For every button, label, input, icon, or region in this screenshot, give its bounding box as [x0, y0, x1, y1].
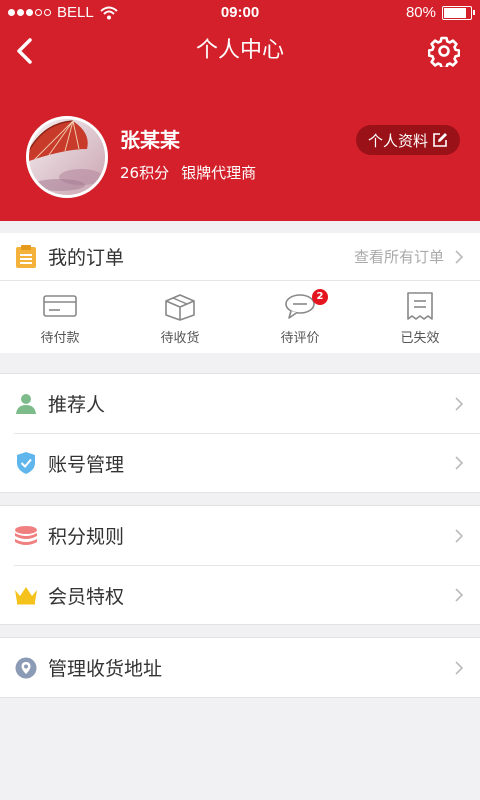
avatar[interactable]	[26, 116, 108, 198]
points-label: 26积分	[120, 164, 170, 182]
menu-item-referrer[interactable]: 推荐人	[0, 374, 480, 433]
orders-panel: 我的订单 查看所有订单 待付款 待收货 2 待评价 已失效	[0, 233, 480, 353]
umbrella-avatar-image	[29, 119, 105, 195]
edit-profile-button[interactable]: 个人资料	[356, 125, 460, 155]
chevron-right-icon	[455, 588, 464, 602]
orders-header[interactable]: 我的订单 查看所有订单	[0, 233, 480, 281]
order-item-label: 已失效	[400, 331, 440, 346]
status-bar: BELL 09:00 80%	[0, 0, 480, 26]
order-item-label: 待评价	[280, 331, 320, 346]
receipt-icon	[407, 292, 433, 320]
settings-gear-icon[interactable]	[428, 35, 460, 67]
chevron-right-icon	[455, 528, 464, 543]
edit-profile-label: 个人资料	[367, 131, 428, 150]
menu-item-label: 账号管理	[48, 453, 125, 476]
menu-item-address[interactable]: 管理收货地址	[0, 638, 480, 697]
menu-item-points-rules[interactable]: 积分规则	[0, 506, 480, 565]
coin-stack-icon	[14, 524, 38, 548]
crown-icon	[14, 583, 38, 607]
menu-item-label: 推荐人	[48, 394, 106, 416]
menu-group-points: 积分规则 会员特权	[0, 505, 480, 625]
shield-check-icon	[14, 451, 38, 475]
menu-item-label: 会员特权	[48, 585, 125, 608]
order-item-label: 待付款	[40, 331, 80, 346]
edit-icon	[433, 133, 447, 147]
chevron-right-icon	[455, 660, 464, 675]
view-all-orders-link[interactable]: 查看所有订单	[354, 246, 444, 267]
page-title: 个人中心	[195, 38, 284, 63]
clipboard-icon	[16, 245, 36, 268]
person-icon	[14, 392, 38, 416]
menu-item-label: 管理收货地址	[48, 658, 163, 680]
profile-header: BELL 09:00 80% 个人中心 张某某 26积分 银牌代理商 个人资料	[0, 0, 480, 221]
review-count-badge: 2	[312, 289, 328, 305]
location-pin-icon	[14, 656, 38, 680]
menu-item-label: 积分规则	[48, 526, 125, 548]
menu-item-account[interactable]: 账号管理	[14, 433, 480, 492]
wallet-card-icon	[43, 295, 77, 317]
order-expired[interactable]: 已失效	[360, 281, 480, 353]
order-pending-receipt[interactable]: 待收货	[120, 281, 240, 353]
user-meta: 26积分 银牌代理商	[120, 162, 256, 183]
chevron-right-icon	[455, 456, 464, 470]
order-item-label: 待收货	[160, 331, 200, 346]
chevron-right-icon	[455, 249, 464, 264]
member-level: 银牌代理商	[181, 164, 257, 182]
user-name: 张某某	[120, 128, 180, 152]
order-pending-payment[interactable]: 待付款	[0, 281, 120, 353]
menu-item-member-privileges[interactable]: 会员特权	[14, 565, 480, 624]
menu-group-address: 管理收货地址	[0, 637, 480, 698]
orders-title: 我的订单	[48, 247, 125, 269]
order-pending-review[interactable]: 2 待评价	[240, 281, 360, 353]
package-box-icon	[165, 294, 195, 321]
chevron-right-icon	[455, 396, 464, 411]
battery-icon	[442, 5, 475, 20]
battery-percent: 80%	[405, 4, 436, 21]
menu-group-referral: 推荐人 账号管理	[0, 373, 480, 493]
